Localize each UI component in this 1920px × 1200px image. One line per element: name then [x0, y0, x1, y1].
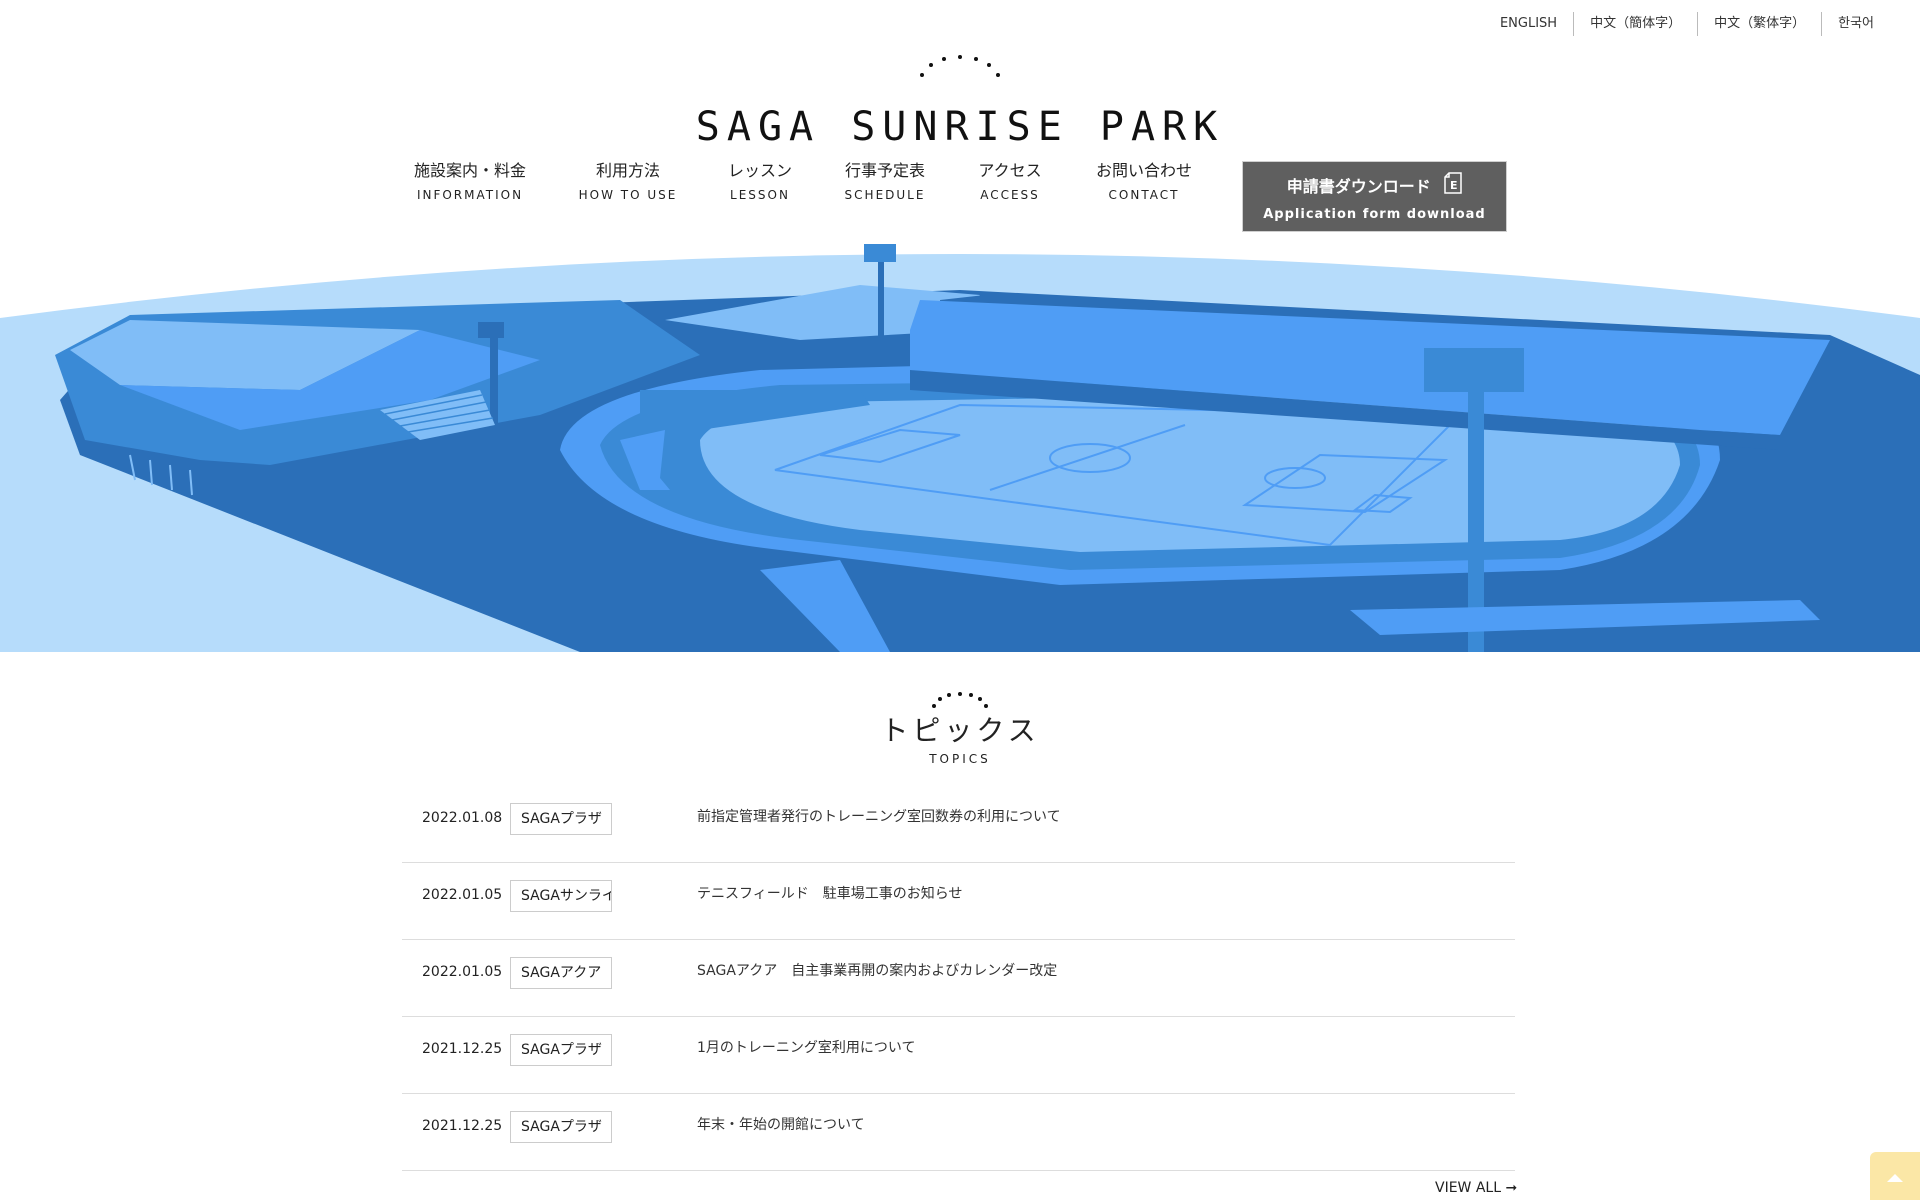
topics-title: トピックス	[880, 714, 1040, 747]
topic-item[interactable]: 2021.12.25 SAGAプラザ 1月のトレーニング室利用について	[402, 1017, 1515, 1094]
back-to-top-button[interactable]	[1870, 1152, 1920, 1200]
nav-access[interactable]: アクセス ACCESS	[960, 160, 1060, 208]
topic-category-tag: SAGAサンライ	[510, 880, 612, 912]
topic-item[interactable]: 2022.01.05 SAGAサンライ テニスフィールド 駐車場工事のお知らせ	[402, 863, 1515, 940]
lang-chinese-traditional[interactable]: 中文（繁体字）	[1698, 12, 1821, 36]
topic-title: 1月のトレーニング室利用について	[697, 1040, 916, 1056]
topic-date: 2022.01.05	[422, 964, 503, 980]
download-label-jp: 申請書ダウンロード	[1286, 177, 1431, 196]
topic-item[interactable]: 2022.01.08 SAGAプラザ 前指定管理者発行のトレーニング室回数券の利…	[402, 786, 1515, 863]
topic-category-tag: SAGAアクア	[510, 957, 612, 989]
topic-category-tag: SAGAプラザ	[510, 1111, 612, 1143]
topic-title: テニスフィールド 駐車場工事のお知らせ	[697, 886, 963, 902]
arrow-up-icon	[1887, 1174, 1903, 1182]
nav-label-en: LESSON	[730, 188, 790, 202]
topic-title: 年末・年始の開館について	[697, 1117, 865, 1133]
nav-label-jp: アクセス	[978, 161, 1042, 180]
lang-chinese-simplified[interactable]: 中文（簡体字）	[1574, 12, 1697, 36]
language-selector: ENGLISH 中文（簡体字） 中文（繁体字） 한국어	[1484, 12, 1890, 36]
nav-label-en: CONTACT	[1108, 188, 1180, 202]
hero-banner	[0, 240, 1920, 652]
nav-label-jp: レッスン	[727, 161, 792, 180]
nav-label-en: ACCESS	[980, 188, 1040, 202]
lang-english[interactable]: ENGLISH	[1484, 12, 1573, 36]
topic-date: 2022.01.08	[422, 810, 503, 826]
topic-date: 2021.12.25	[422, 1041, 503, 1057]
nav-label-jp: 行事予定表	[844, 161, 925, 180]
application-download-button[interactable]: 申請書ダウンロード E Application form download	[1242, 161, 1507, 232]
nav-label-en: SCHEDULE	[844, 188, 926, 202]
topic-date: 2022.01.05	[422, 887, 503, 903]
topic-item[interactable]: 2021.12.25 SAGAプラザ 年末・年始の開館について	[402, 1094, 1515, 1171]
topic-category-tag: SAGAプラザ	[510, 1034, 612, 1066]
sunrise-dots-icon	[932, 692, 988, 708]
topic-item[interactable]: 2022.01.05 SAGAアクア SAGAアクア 自主事業再開の案内およびカ…	[402, 940, 1515, 1017]
nav-lesson[interactable]: レッスン LESSON	[710, 160, 810, 208]
nav-label-en: INFORMATION	[416, 188, 524, 202]
nav-label-en: HOW TO USE	[578, 188, 678, 202]
nav-how-to-use[interactable]: 利用方法 HOW TO USE	[568, 160, 688, 208]
nav-label-jp: 施設案内・料金	[413, 161, 526, 180]
stadium-illustration	[0, 244, 1920, 652]
topics-list: 2022.01.08 SAGAプラザ 前指定管理者発行のトレーニング室回数券の利…	[402, 786, 1515, 1171]
topics-header: トピックス TOPICS	[860, 690, 1060, 766]
site-logo[interactable]: SAGA SUNRISE PARK	[660, 52, 1260, 152]
nav-information[interactable]: 施設案内・料金 INFORMATION	[400, 160, 540, 208]
document-icon: E	[1444, 172, 1463, 199]
topic-title: 前指定管理者発行のトレーニング室回数券の利用について	[697, 809, 1061, 825]
topic-category-tag: SAGAプラザ	[510, 803, 612, 835]
nav-label-jp: お問い合わせ	[1095, 161, 1192, 180]
topics-subtitle: TOPICS	[929, 752, 991, 766]
download-label-en: Application form download	[1263, 207, 1486, 222]
sunrise-dots-icon	[920, 55, 1000, 77]
logo-wordmark: SAGA SUNRISE PARK	[695, 104, 1225, 150]
nav-contact[interactable]: お問い合わせ CONTACT	[1084, 160, 1204, 208]
nav-schedule[interactable]: 行事予定表 SCHEDULE	[830, 160, 940, 208]
view-all-link[interactable]: VIEW ALL ➞	[1435, 1180, 1517, 1196]
topic-title: SAGAアクア 自主事業再開の案内およびカレンダー改定	[697, 963, 1058, 979]
nav-label-jp: 利用方法	[595, 161, 660, 180]
lang-korean[interactable]: 한국어	[1822, 12, 1890, 36]
topic-date: 2021.12.25	[422, 1118, 503, 1134]
svg-text:E: E	[1450, 179, 1458, 192]
